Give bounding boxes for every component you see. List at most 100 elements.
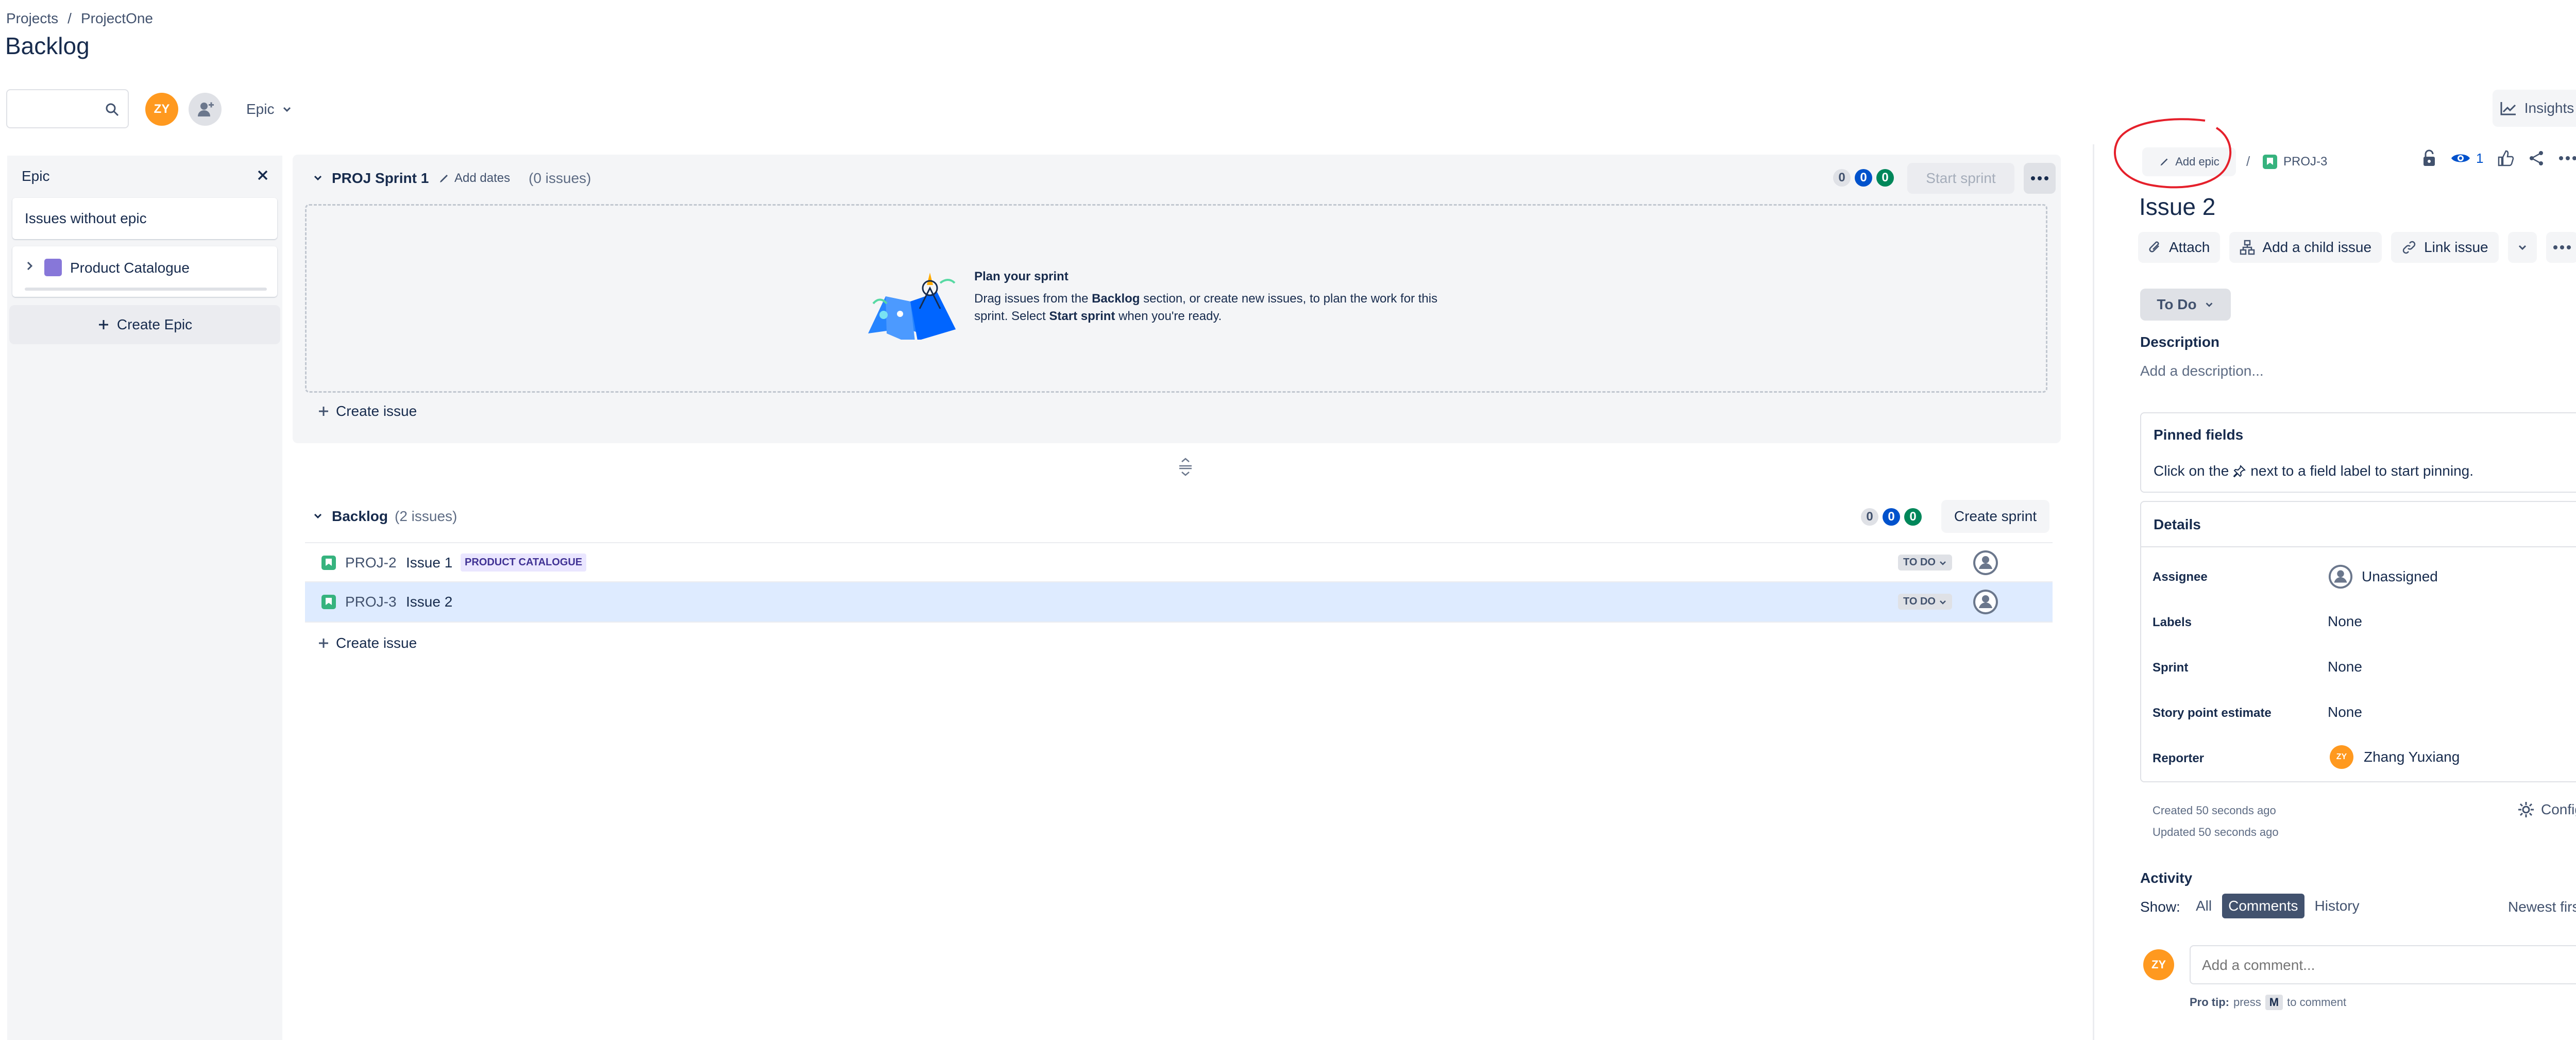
link-issue-button[interactable]: Link issue [2391,232,2499,263]
add-people-button[interactable] [189,93,222,126]
epic-progress-bar [25,288,267,291]
configure-button[interactable]: Configure [2517,801,2576,818]
search-input[interactable] [12,97,102,121]
chevron-down-icon [1940,561,1946,565]
story-points-value[interactable]: None [2328,704,2362,720]
assignee-value: Unassigned [2362,568,2438,584]
labels-label: Labels [2153,615,2192,629]
sprint-name: PROJ Sprint 1 [332,170,429,186]
epic-panel: Epic Issues without epic Product Catalog… [7,156,282,1040]
sprint-value[interactable]: None [2328,659,2362,675]
link-issue-label: Link issue [2424,239,2488,255]
comment-user-avatar: ZY [2143,949,2174,980]
more-horizontal-icon [2553,245,2571,249]
issue-key[interactable]: PROJ-3 [345,594,397,610]
plan-sprint-text-3: sprint. Select [974,309,1049,323]
comment-input-wrapper[interactable] [2190,945,2576,984]
create-epic-label: Create Epic [116,316,193,332]
reporter-avatar: ZY [2330,745,2353,769]
pinned-text-after: next to a field label to start pinning. [2250,463,2474,479]
activity-sort-label: Newest first [2508,899,2576,915]
more-horizontal-icon[interactable] [2558,156,2576,161]
description-placeholder[interactable]: Add a description... [2140,363,2264,379]
issue-summary: Issue 2 [406,594,453,610]
assignee-field[interactable]: Unassigned [2328,564,2438,590]
detail-panel-divider[interactable] [2093,144,2094,1040]
sprint-collapse-chevron-icon[interactable] [312,172,324,183]
create-epic-button[interactable]: Create Epic [9,305,280,344]
add-person-icon [198,102,214,116]
status-dropdown[interactable]: TO DO [1898,555,1952,571]
pencil-icon [440,175,448,182]
epic-lozenge[interactable]: PRODUCT CATALOGUE [461,553,587,572]
create-sprint-button[interactable]: Create sprint [1941,500,2049,533]
detail-issue-title[interactable]: Issue 2 [2139,193,2215,221]
issue-key[interactable]: PROJ-2 [345,555,397,571]
created-timestamp: Created 50 seconds ago [2153,804,2276,817]
detail-breadcrumb-separator: / [2246,154,2250,169]
close-epic-panel-button[interactable] [255,167,271,183]
detail-issue-key[interactable]: PROJ-3 [2283,155,2327,169]
backlog-collapse-chevron-icon[interactable] [312,510,324,522]
backlog-create-issue-button[interactable]: Create issue [317,635,417,651]
start-sprint-button[interactable]: Start sprint [1907,163,2014,194]
story-points-label: Story point estimate [2153,706,2272,720]
breadcrumb-project-link[interactable]: ProjectOne [81,10,153,27]
lock-icon[interactable] [2421,149,2437,167]
pro-tip: Pro tip: press M to comment [2190,995,2346,1010]
activity-filter-all[interactable]: All [2190,894,2218,918]
plan-sprint-title: Plan your sprint [974,270,1069,283]
annotation-circle [2114,118,2231,189]
activity-show-label: Show: [2140,899,2180,915]
assignee-avatar[interactable] [1972,549,1999,576]
attach-label: Attach [2169,239,2210,255]
backlog-issue-row-selected[interactable]: PROJ-3 Issue 2 TO DO [305,582,2053,623]
comment-input[interactable] [2201,954,2576,976]
detail-header-actions: 1 [2421,149,2576,167]
epic-item[interactable]: Product Catalogue [12,246,277,297]
sprint-more-actions-button[interactable] [2024,163,2056,194]
chevron-right-icon[interactable] [25,260,35,272]
gear-icon [2518,802,2534,817]
user-avatar-filter[interactable]: ZY [145,93,178,126]
activity-filter-comments[interactable]: Comments [2222,894,2304,918]
chevron-down-icon [2206,303,2213,307]
search-input-wrapper[interactable] [6,89,129,128]
labels-value[interactable]: None [2328,613,2362,630]
breadcrumb: Projects / ProjectOne [6,10,153,27]
thumbs-up-icon[interactable] [2497,149,2514,167]
assignee-avatar[interactable] [1972,589,1999,615]
sprint-container: PROJ Sprint 1 Add dates (0 issues) 0 0 0… [293,155,2061,443]
status-label: TO DO [1903,557,1936,568]
story-icon [321,556,336,570]
chevron-down-icon [1940,600,1946,605]
pro-tip-prefix: Pro tip: [2190,996,2229,1009]
backlog-issue-row[interactable]: PROJ-2 Issue 1 PRODUCT CATALOGUE TO DO [305,542,2053,582]
details-header[interactable]: Details [2141,502,2576,547]
updated-timestamp: Updated 50 seconds ago [2153,826,2279,838]
link-issue-dropdown-button[interactable] [2507,232,2537,263]
activity-filter-history[interactable]: History [2309,894,2366,918]
pro-tip-key: M [2265,995,2283,1010]
detail-more-actions-button[interactable] [2546,232,2576,263]
insights-button[interactable]: Insights [2493,90,2576,127]
share-icon[interactable] [2528,149,2545,167]
add-dates-label: Add dates [454,171,511,185]
status-transition-button[interactable]: To Do [2140,289,2231,321]
sprint-create-issue-button[interactable]: Create issue [317,403,417,420]
epic-filter-dropdown[interactable]: Epic [240,94,299,125]
activity-sort-button[interactable]: Newest first [2508,899,2576,915]
reporter-field[interactable]: ZY Zhang Yuxiang [2330,745,2460,769]
watch-button[interactable]: 1 [2450,150,2483,166]
in-progress-count: 0 [1883,508,1900,526]
resize-handle-icon[interactable] [1178,458,1193,476]
add-dates-button[interactable]: Add dates [438,171,510,186]
pinned-text-before: Click on the [2154,463,2229,479]
activity-heading: Activity [2140,870,2193,886]
issues-without-epic-item[interactable]: Issues without epic [12,198,277,239]
attach-button[interactable]: Attach [2138,232,2221,263]
paperclip-icon [2149,241,2159,253]
breadcrumb-projects-link[interactable]: Projects [6,10,58,27]
add-child-issue-button[interactable]: Add a child issue [2229,232,2382,263]
status-dropdown[interactable]: TO DO [1898,594,1952,610]
